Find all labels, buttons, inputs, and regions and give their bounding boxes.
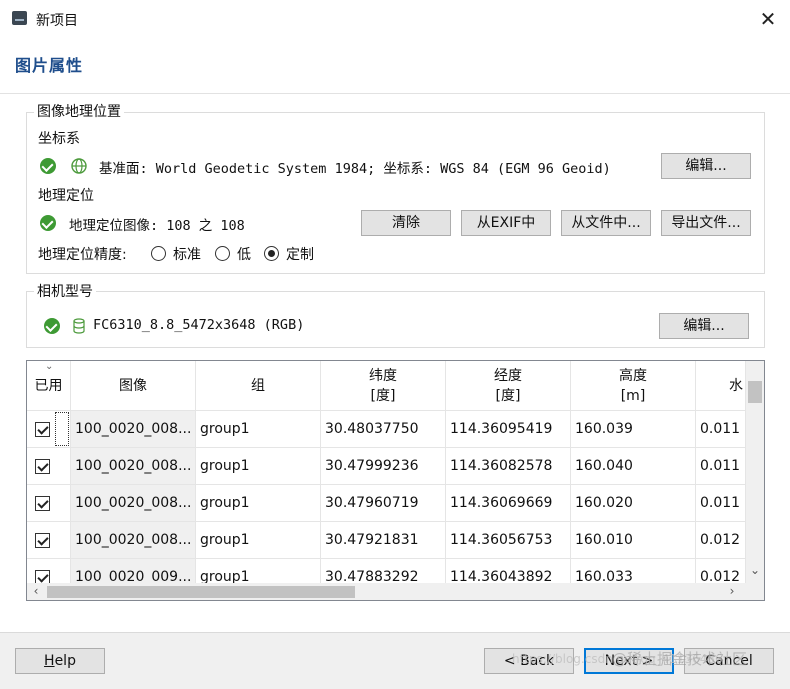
cell-group[interactable]: group1	[196, 448, 321, 485]
image-table[interactable]: ⌄ 已用 图像 组 纬度 [度] 经度 [度] 高度 [m] 水 100_002…	[26, 360, 765, 601]
clear-button[interactable]: 清除	[361, 210, 451, 236]
cell-image[interactable]: 100_0020_008...	[71, 411, 196, 448]
help-button[interactable]: Help	[15, 648, 105, 674]
horizontal-scrollbar-thumb[interactable]	[47, 586, 355, 598]
from-exif-button[interactable]: 从EXIF中	[461, 210, 551, 236]
cell-longitude[interactable]: 114.36095419	[446, 411, 571, 448]
page-header: 图片属性	[0, 38, 790, 94]
cell-longitude[interactable]: 114.36082578	[446, 448, 571, 485]
cell-altitude[interactable]: 160.020	[571, 485, 696, 522]
row-used-checkbox[interactable]	[35, 496, 50, 511]
accuracy-standard-radio[interactable]	[151, 246, 166, 261]
app-icon	[12, 11, 27, 25]
geolocation-count: 地理定位图像: 108 之 108	[69, 218, 245, 234]
cell-longitude[interactable]: 114.36056753	[446, 522, 571, 559]
check-circle-icon	[44, 318, 60, 334]
crs-label: 坐标系	[38, 131, 80, 147]
check-circle-icon	[40, 215, 56, 231]
scroll-left-arrow[interactable]: ‹	[29, 584, 43, 598]
from-file-button[interactable]: 从文件中...	[561, 210, 651, 236]
cell-altitude[interactable]: 160.040	[571, 448, 696, 485]
database-icon	[73, 318, 85, 334]
accuracy-low-label[interactable]: 低	[237, 244, 251, 264]
cell-horizontal-accuracy[interactable]: 0.011	[696, 411, 746, 448]
content-area: 图像地理位置 坐标系 基准面: World Geodetic System 19…	[0, 94, 790, 632]
globe-icon	[71, 158, 87, 174]
focus-indicator	[55, 412, 69, 446]
geolocation-label: 地理定位	[38, 188, 94, 204]
row-used-checkbox[interactable]	[35, 422, 50, 437]
cell-group[interactable]: group1	[196, 411, 321, 448]
column-header-image[interactable]: 图像	[71, 361, 196, 411]
cell-group[interactable]: group1	[196, 485, 321, 522]
title-bar: 新项目 ✕	[0, 0, 790, 38]
cell-horizontal-accuracy[interactable]: 0.012	[696, 522, 746, 559]
column-header-latitude[interactable]: 纬度 [度]	[321, 361, 446, 411]
close-icon[interactable]: ✕	[754, 5, 782, 33]
accuracy-low-radio[interactable]	[215, 246, 230, 261]
accuracy-standard-label[interactable]: 标准	[173, 244, 201, 264]
cell-altitude[interactable]: 160.010	[571, 522, 696, 559]
camera-edit-button[interactable]: 编辑...	[659, 313, 749, 339]
page-title: 图片属性	[15, 56, 84, 75]
cell-latitude[interactable]: 30.47999236	[321, 448, 446, 485]
column-header-group[interactable]: 组	[196, 361, 321, 411]
scroll-right-arrow[interactable]: ›	[725, 584, 739, 598]
cell-latitude[interactable]: 30.48037750	[321, 411, 446, 448]
cell-latitude[interactable]: 30.47921831	[321, 522, 446, 559]
column-header-altitude[interactable]: 高度 [m]	[571, 361, 696, 411]
row-used-checkbox[interactable]	[35, 533, 50, 548]
cell-group[interactable]: group1	[196, 522, 321, 559]
geolocation-group-legend: 图像地理位置	[34, 101, 124, 121]
cell-image[interactable]: 100_0020_008...	[71, 448, 196, 485]
camera-model: FC6310_8.8_5472x3648 (RGB)	[93, 317, 305, 333]
cell-altitude[interactable]: 160.039	[571, 411, 696, 448]
cell-horizontal-accuracy[interactable]: 0.011	[696, 485, 746, 522]
table-row[interactable]	[27, 522, 71, 559]
cell-image[interactable]: 100_0020_008...	[71, 485, 196, 522]
cell-horizontal-accuracy[interactable]: 0.011	[696, 448, 746, 485]
accuracy-label: 地理定位精度:	[38, 247, 127, 263]
camera-group-legend: 相机型号	[34, 281, 96, 301]
row-used-checkbox[interactable]	[35, 459, 50, 474]
column-header-longitude[interactable]: 经度 [度]	[446, 361, 571, 411]
vertical-scrollbar-thumb[interactable]	[748, 381, 762, 403]
accuracy-custom-label[interactable]: 定制	[286, 244, 314, 264]
crs-edit-button[interactable]: 编辑...	[661, 153, 751, 179]
accuracy-custom-radio[interactable]	[264, 246, 279, 261]
geolocation-group	[26, 112, 765, 274]
cell-longitude[interactable]: 114.36069669	[446, 485, 571, 522]
cell-image[interactable]: 100_0020_008...	[71, 522, 196, 559]
export-file-button[interactable]: 导出文件...	[661, 210, 751, 236]
vertical-scrollbar[interactable]: ⌄	[746, 361, 764, 583]
horizontal-scrollbar[interactable]: ‹ ›	[27, 583, 764, 600]
check-circle-icon	[40, 158, 56, 174]
table-row[interactable]	[27, 485, 71, 522]
column-header-used[interactable]: ⌄ 已用	[27, 361, 71, 411]
sort-chevron-icon: ⌄	[45, 361, 54, 372]
table-row[interactable]	[27, 448, 71, 485]
crs-text: 基准面: World Geodetic System 1984; 坐标系: WG…	[99, 161, 611, 177]
watermark-brand: @稀土掘金技术社区	[612, 650, 748, 668]
cell-latitude[interactable]: 30.47960719	[321, 485, 446, 522]
scroll-down-arrow[interactable]: ⌄	[748, 563, 762, 577]
window-title: 新项目	[36, 13, 78, 29]
column-header-horizontal-accuracy[interactable]: 水	[696, 361, 746, 411]
